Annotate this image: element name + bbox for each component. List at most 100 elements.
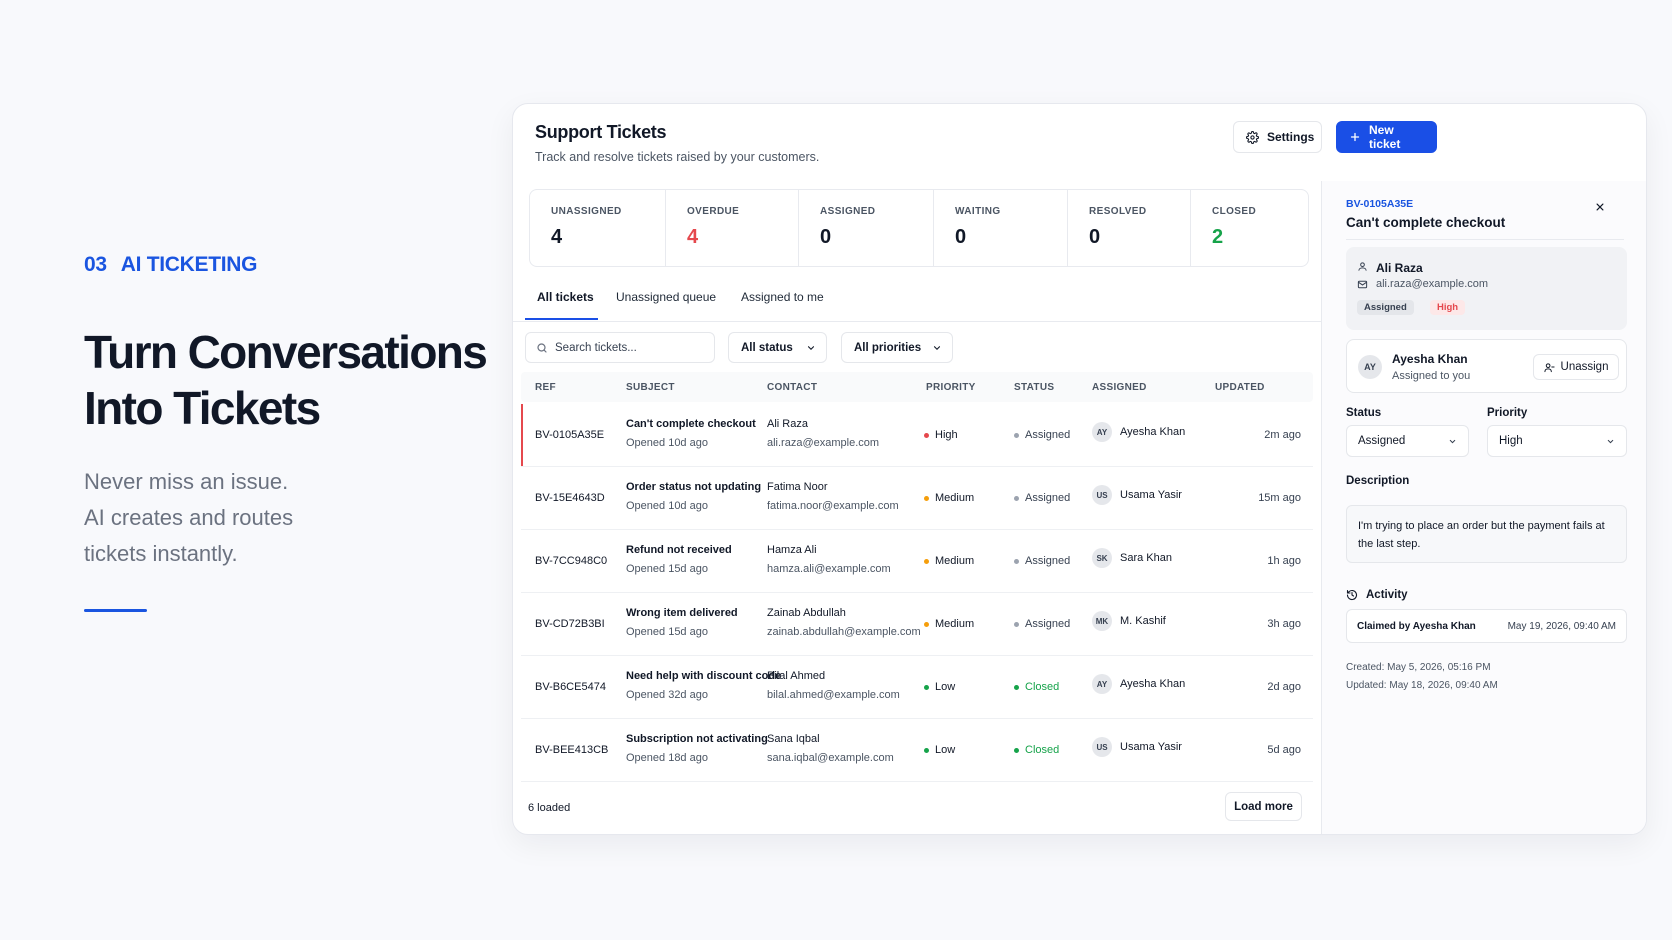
status-text: Assigned [1025, 555, 1071, 567]
ticket-opened: Opened 10d ago [626, 437, 708, 449]
priority-cell: Low [924, 681, 955, 693]
table-row[interactable]: BV-7CC948C0 Refund not received Opened 1… [521, 530, 1313, 593]
detail-title: Can't complete checkout [1346, 215, 1506, 230]
table-row[interactable]: BV-0105A35E Can't complete checkout Open… [521, 404, 1313, 467]
unassign-button[interactable]: Unassign [1533, 354, 1619, 380]
search-input[interactable] [555, 341, 705, 354]
avatar: MK [1092, 611, 1112, 631]
col-contact[interactable]: CONTACT [767, 382, 817, 393]
user-minus-icon [1543, 362, 1555, 372]
status-dot [1014, 684, 1019, 690]
new-ticket-button[interactable]: New ticket [1336, 121, 1437, 153]
chevron-down-icon [1449, 439, 1456, 443]
assignee-cell: US Usama Yasir [1092, 737, 1182, 757]
activity-text: Claimed by Ayesha Khan [1357, 620, 1476, 632]
table-row[interactable]: BV-BEE413CB Subscription not activating … [521, 719, 1313, 782]
assignee-name: Usama Yasir [1120, 741, 1182, 753]
stat-overdue[interactable]: OVERDUE 4 [666, 190, 799, 266]
load-more-button[interactable]: Load more [1225, 792, 1302, 821]
updated-time: 2d ago [1267, 681, 1301, 693]
chevron-down-icon [933, 345, 941, 350]
sub-line-1: Never miss an issue. [84, 469, 289, 494]
priority-cell: Low [924, 744, 955, 756]
description-label: Description [1346, 475, 1410, 487]
ticket-opened: Opened 32d ago [626, 689, 708, 701]
contact-card: Ali Raza ali.raza@example.com Assigned H… [1346, 247, 1627, 330]
stat-label: UNASSIGNED [551, 206, 622, 217]
priority-dot [924, 558, 929, 564]
contact-email[interactable]: ali.raza@example.com [1376, 278, 1488, 290]
tab-unassigned-queue[interactable]: Unassigned queue [616, 290, 716, 304]
assignee-name: Sara Khan [1120, 552, 1172, 564]
activity-label: Activity [1366, 589, 1408, 601]
contact-name: Ali Raza [767, 418, 808, 430]
priority-filter[interactable]: All priorities [841, 332, 953, 363]
ticket-ref: BV-BEE413CB [535, 744, 609, 756]
assignee-name: M. Kashif [1120, 615, 1166, 627]
contact-name: Zainab Abdullah [767, 607, 846, 619]
ticket-tabs: All tickets Unassigned queue Assigned to… [513, 276, 1321, 322]
assignee-cell: SK Sara Khan [1092, 548, 1172, 568]
stat-waiting[interactable]: WAITING 0 [934, 190, 1068, 266]
status-cell: Closed [1014, 744, 1059, 756]
avatar: SK [1092, 548, 1112, 568]
stat-label: CLOSED [1212, 206, 1257, 217]
status-badge: Assigned [1357, 300, 1414, 315]
stat-resolved[interactable]: RESOLVED 0 [1068, 190, 1191, 266]
close-button[interactable] [1592, 199, 1608, 215]
col-priority[interactable]: PRIORITY [926, 382, 976, 393]
priority-text: Medium [935, 555, 975, 567]
updated-meta: Updated: May 18, 2026, 09:40 AM [1346, 680, 1498, 691]
unassign-label: Unassign [1560, 361, 1609, 373]
history-icon [1346, 589, 1358, 601]
ticket-subject: Wrong item delivered [626, 607, 738, 619]
contact-email: fatima.noor@example.com [767, 500, 899, 512]
updated-time: 3h ago [1267, 618, 1301, 630]
user-icon [1358, 262, 1367, 271]
chevron-down-icon [807, 345, 815, 350]
assignee-name: Ayesha Khan [1120, 678, 1186, 690]
tab-assigned-to-me[interactable]: Assigned to me [741, 290, 824, 304]
status-text: Closed [1025, 744, 1060, 756]
ticket-ref: BV-CD72B3BI [535, 618, 605, 630]
ticket-opened: Opened 15d ago [626, 626, 708, 638]
ticket-subject: Can't complete checkout [626, 418, 756, 430]
stat-value: 0 [955, 226, 967, 248]
ticket-subject: Subscription not activating [626, 733, 768, 745]
updated-time: 15m ago [1258, 492, 1301, 504]
close-icon [1596, 203, 1604, 211]
priority-dot [924, 621, 929, 627]
status-select[interactable]: Assigned [1346, 425, 1469, 457]
stats-bar: UNASSIGNED 4 OVERDUE 4 ASSIGNED 0 WAITIN… [529, 189, 1309, 267]
priority-filter-value: All priorities [854, 341, 922, 354]
col-status[interactable]: STATUS [1014, 382, 1054, 393]
priority-text: Medium [935, 618, 975, 630]
priority-text: Low [935, 681, 956, 693]
activity-time: May 19, 2026, 09:40 AM [1507, 620, 1616, 632]
status-filter[interactable]: All status [728, 332, 827, 363]
status-dot [1014, 621, 1019, 627]
table-row[interactable]: BV-B6CE5474 Need help with discount code… [521, 656, 1313, 719]
priority-select[interactable]: High [1487, 425, 1627, 457]
ticket-opened: Opened 10d ago [626, 500, 708, 512]
created-meta: Created: May 5, 2026, 05:16 PM [1346, 662, 1491, 673]
active-tab-indicator [525, 318, 598, 320]
status-cell: Assigned [1014, 429, 1070, 441]
ticket-ref: BV-15E4643D [535, 492, 605, 504]
col-assigned[interactable]: ASSIGNED [1092, 382, 1147, 393]
col-ref[interactable]: REF [535, 382, 556, 393]
tab-all-tickets[interactable]: All tickets [537, 290, 594, 304]
col-subject[interactable]: SUBJECT [626, 382, 675, 393]
stat-closed[interactable]: CLOSED 2 [1191, 190, 1308, 266]
ticket-opened: Opened 15d ago [626, 563, 708, 575]
stat-assigned[interactable]: ASSIGNED 0 [799, 190, 934, 266]
description-box: I'm trying to place an order but the pay… [1346, 505, 1627, 563]
priority-cell: Medium [924, 618, 974, 630]
search-box[interactable] [525, 332, 715, 363]
table-row[interactable]: BV-CD72B3BI Wrong item delivered Opened … [521, 593, 1313, 656]
stat-unassigned[interactable]: UNASSIGNED 4 [530, 190, 666, 266]
settings-button[interactable]: Settings [1233, 121, 1322, 153]
col-updated[interactable]: UPDATED [1215, 382, 1265, 393]
status-filter-value: All status [741, 341, 793, 354]
table-row[interactable]: BV-15E4643D Order status not updating Op… [521, 467, 1313, 530]
